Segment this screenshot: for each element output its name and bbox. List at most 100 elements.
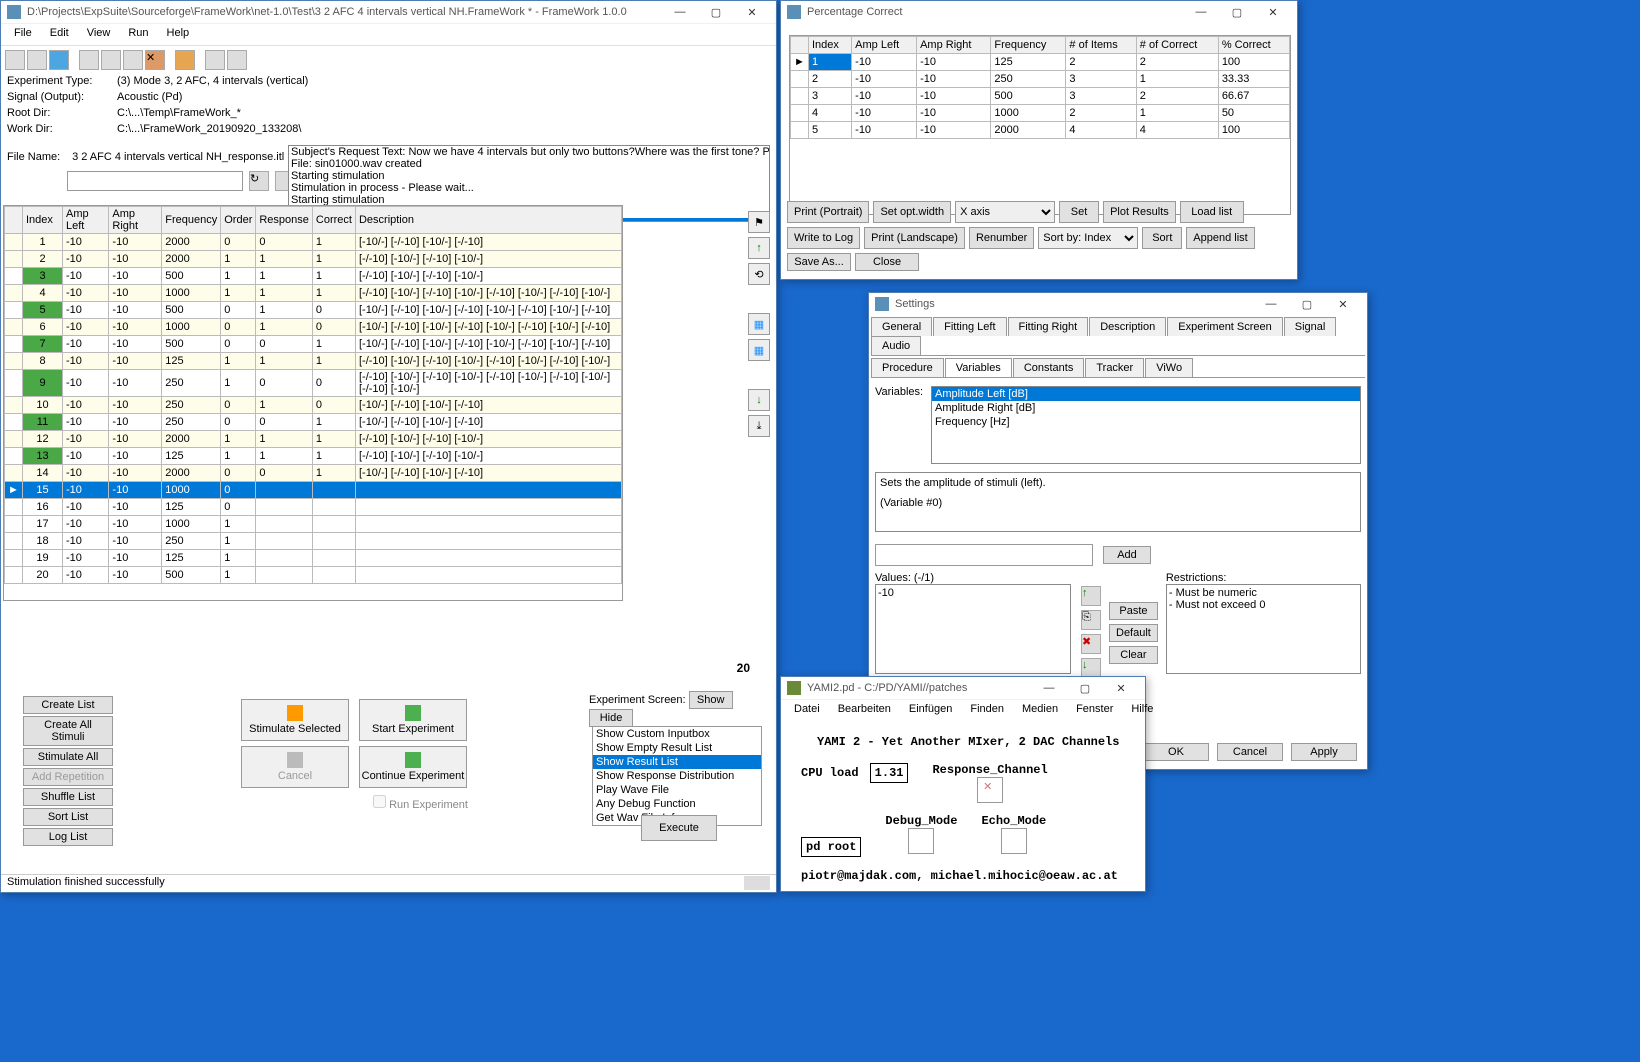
debug-mode-box[interactable] [908,828,934,854]
response-channel-box[interactable]: ✕ [977,777,1003,803]
close-icon[interactable]: ✕ [1255,1,1291,23]
delete-icon[interactable]: ✖ [1081,634,1101,654]
tool-arrow-down-icon[interactable]: ↓ [748,389,770,411]
menu-hilfe[interactable]: Hilfe [1122,700,1162,721]
list-item[interactable]: Show Response Distribution [593,769,761,783]
tab-fitting-right[interactable]: Fitting Right [1008,317,1089,336]
table-row[interactable]: 13-10-10125111[-/-10] [-10/-] [-/-10] [-… [5,448,622,465]
tab-experiment-screen[interactable]: Experiment Screen [1167,317,1283,336]
append-list-button[interactable]: Append list [1186,227,1254,249]
x-axis-select[interactable]: X axis [955,201,1055,223]
list-item[interactable]: Amplitude Left [dB] [932,387,1360,401]
maximize-icon[interactable]: ▢ [1219,1,1255,23]
menu-file[interactable]: File [5,24,41,45]
stimulate-selected-button[interactable]: Stimulate Selected [241,699,349,741]
tab-signal[interactable]: Signal [1284,317,1337,336]
minimize-icon[interactable]: — [1253,293,1289,315]
tab-description[interactable]: Description [1089,317,1166,336]
menu-help[interactable]: Help [158,24,199,45]
tool-gear-icon[interactable] [205,50,225,70]
table-row[interactable]: 16-10-101250 [5,499,622,516]
table-row[interactable]: 1-10-102000001[-10/-] [-/-10] [-10/-] [-… [5,234,622,251]
menu-fenster[interactable]: Fenster [1067,700,1122,721]
close-button[interactable]: Close [855,253,919,271]
menu-datei[interactable]: Datei [785,700,829,721]
log-list-button[interactable]: Log List [23,828,113,846]
tool-save-icon[interactable] [49,50,69,70]
tab-constants[interactable]: Constants [1013,358,1085,377]
show-button[interactable]: Show [689,691,733,709]
tool-flag-icon[interactable]: ⚑ [748,211,770,233]
list-item[interactable]: Show Result List [593,755,761,769]
table-row[interactable]: 5-10-10500010[-10/-] [-/-10] [-10/-] [-/… [5,302,622,319]
close-icon[interactable]: ✕ [1325,293,1361,315]
continue-experiment-button[interactable]: Continue Experiment [359,746,467,788]
tab-general[interactable]: General [871,317,932,336]
sort-by-select[interactable]: Sort by: Index [1038,227,1138,249]
menu-run[interactable]: Run [119,24,157,45]
table-row[interactable]: 3-10-10500111[-/-10] [-10/-] [-/-10] [-1… [5,268,622,285]
minimize-icon[interactable]: — [1183,1,1219,23]
table-row[interactable]: 14-10-102000001[-10/-] [-/-10] [-10/-] [… [5,465,622,482]
echo-mode-box[interactable] [1001,828,1027,854]
print-portrait-button[interactable]: Print (Portrait) [787,201,869,223]
list-item[interactable]: Show Custom Inputbox [593,727,761,741]
go-icon[interactable]: ↻ [249,171,269,191]
table-row[interactable]: 4-10-101000111[-/-10] [-10/-] [-/-10] [-… [5,285,622,302]
tool-camera-icon[interactable] [227,50,247,70]
table-row[interactable]: 9-10-10250100[-/-10] [-10/-] [-/-10] [-1… [5,370,622,397]
shuffle-list-button[interactable]: Shuffle List [23,788,113,806]
maximize-icon[interactable]: ▢ [1289,293,1325,315]
table-row[interactable]: 8-10-10125111[-/-10] [-10/-] [-/-10] [-1… [5,353,622,370]
move-up-icon[interactable]: ↑ [1081,586,1101,606]
maximize-icon[interactable]: ▢ [1067,677,1103,699]
table-row[interactable]: 2-10-102503133.33 [791,71,1290,88]
menu-finden[interactable]: Finden [961,700,1013,721]
tool-new-icon[interactable] [5,50,25,70]
table-row[interactable]: 10-10-10250010[-10/-] [-/-10] [-10/-] [-… [5,397,622,414]
tool-end-icon[interactable]: ⤓ [748,415,770,437]
tool-grid2-icon[interactable] [101,50,121,70]
save-as-button[interactable]: Save As... [787,253,851,271]
menu-medien[interactable]: Medien [1013,700,1067,721]
stimulate-all-button[interactable]: Stimulate All [23,748,113,766]
table-row[interactable]: 19-10-101251 [5,550,622,567]
list-item[interactable]: Any Debug Function [593,797,761,811]
tab-tracker[interactable]: Tracker [1085,358,1144,377]
start-experiment-button[interactable]: Start Experiment [359,699,467,741]
table-row[interactable]: 2-10-102000111[-/-10] [-10/-] [-/-10] [-… [5,251,622,268]
tab-variables[interactable]: Variables [945,358,1012,377]
set-opt-width-button[interactable]: Set opt.width [873,201,951,223]
tool-data2-icon[interactable]: ▦ [748,339,770,361]
tab-fitting-left[interactable]: Fitting Left [933,317,1006,336]
set-button[interactable]: Set [1059,201,1099,223]
search-input[interactable] [67,171,243,191]
add-variable-input[interactable] [875,544,1093,566]
close-icon[interactable]: ✕ [1103,677,1139,699]
table-row[interactable]: 5-10-10200044100 [791,122,1290,139]
move-down-icon[interactable]: ↓ [1081,658,1101,678]
tab-viwo[interactable]: ViWo [1145,358,1193,377]
minimize-icon[interactable]: — [662,1,698,23]
tool-arrow-up-icon[interactable]: ↑ [748,237,770,259]
execute-button[interactable]: Execute [641,815,717,841]
menu-view[interactable]: View [78,24,120,45]
values-textarea[interactable] [875,584,1071,674]
variables-list[interactable]: Amplitude Left [dB]Amplitude Right [dB]F… [931,386,1361,464]
pc-table[interactable]: IndexAmp LeftAmp RightFrequency# of Item… [790,36,1290,139]
sort-button[interactable]: Sort [1142,227,1182,249]
table-row[interactable]: 7-10-10500001[-10/-] [-/-10] [-10/-] [-/… [5,336,622,353]
menu-bearbeiten[interactable]: Bearbeiten [829,700,900,721]
table-row[interactable]: ►15-10-1010000 [5,482,622,499]
write-log-button[interactable]: Write to Log [787,227,860,249]
item-table[interactable]: IndexAmp LeftAmp RightFrequencyOrderResp… [4,206,622,584]
menu-edit[interactable]: Edit [41,24,78,45]
tab-audio[interactable]: Audio [871,336,921,355]
list-item[interactable]: Amplitude Right [dB] [932,401,1360,415]
function-list[interactable]: Show Custom InputboxShow Empty Result Li… [592,726,762,826]
table-row[interactable]: 17-10-1010001 [5,516,622,533]
tool-delete-icon[interactable]: ✕ [145,50,165,70]
tool-grid1-icon[interactable] [79,50,99,70]
table-row[interactable]: ►1-10-1012522100 [791,54,1290,71]
cancel-settings-button[interactable]: Cancel [1217,743,1283,761]
